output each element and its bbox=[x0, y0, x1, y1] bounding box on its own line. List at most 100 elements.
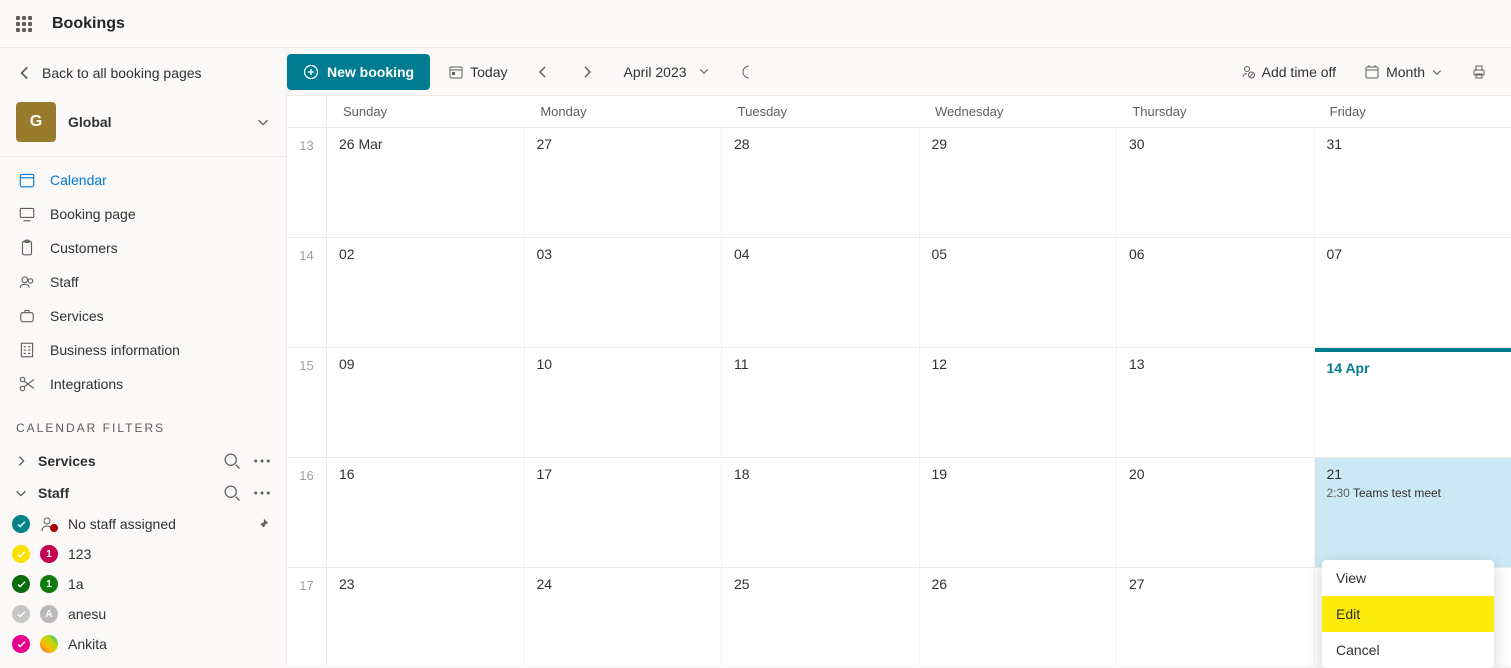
day-cell[interactable]: 27 bbox=[1117, 568, 1315, 665]
staff-avatar: A bbox=[40, 605, 58, 623]
more-icon[interactable] bbox=[252, 483, 272, 503]
search-icon[interactable] bbox=[222, 451, 242, 471]
day-date: 30 bbox=[1129, 136, 1302, 152]
day-cell[interactable]: 12 bbox=[920, 348, 1118, 457]
more-icon[interactable] bbox=[252, 451, 272, 471]
nav-customers[interactable]: Customers bbox=[0, 231, 286, 265]
add-time-off-button[interactable]: Add time off bbox=[1230, 54, 1346, 90]
status-dot bbox=[12, 605, 30, 623]
day-date: 29 bbox=[932, 136, 1105, 152]
day-cell[interactable]: 20 bbox=[1117, 458, 1315, 567]
week-row: 161617181920212:30 Teams test meet bbox=[287, 458, 1511, 568]
day-date: 03 bbox=[537, 246, 710, 262]
chevron-down-icon bbox=[698, 65, 710, 77]
arrow-right-icon bbox=[579, 64, 595, 80]
next-button[interactable] bbox=[569, 54, 605, 90]
day-cell[interactable]: 07 bbox=[1315, 238, 1511, 347]
context-menu-cancel[interactable]: Cancel bbox=[1322, 632, 1494, 668]
calendar-today-icon bbox=[448, 64, 464, 80]
day-date: 09 bbox=[339, 356, 512, 372]
day-cell[interactable]: 28 bbox=[722, 128, 920, 237]
nav-staff[interactable]: Staff bbox=[0, 265, 286, 299]
nav-label: Customers bbox=[50, 240, 118, 256]
day-date: 06 bbox=[1129, 246, 1302, 262]
top-bar: Bookings bbox=[0, 0, 1511, 48]
back-link[interactable]: Back to all booking pages bbox=[0, 58, 286, 88]
filter-services[interactable]: Services bbox=[0, 445, 286, 477]
day-date: 26 Mar bbox=[339, 136, 512, 152]
context-menu-edit[interactable]: Edit bbox=[1322, 596, 1494, 632]
view-picker[interactable]: Month bbox=[1354, 54, 1453, 90]
print-button[interactable] bbox=[1461, 54, 1497, 90]
staff-item-anesu[interactable]: A anesu bbox=[0, 599, 286, 629]
day-cell[interactable]: 03 bbox=[525, 238, 723, 347]
workspace-selector[interactable]: G Global bbox=[0, 88, 286, 157]
nav-calendar[interactable]: Calendar bbox=[0, 163, 286, 197]
day-cell[interactable]: 30 bbox=[1117, 128, 1315, 237]
prev-button[interactable] bbox=[525, 54, 561, 90]
month-picker[interactable]: April 2023 bbox=[613, 64, 720, 80]
day-cell[interactable]: 02 bbox=[327, 238, 525, 347]
day-date: 25 bbox=[734, 576, 907, 592]
day-cell[interactable]: 17 bbox=[525, 458, 723, 567]
day-cell[interactable]: 06 bbox=[1117, 238, 1315, 347]
waffle-icon[interactable] bbox=[16, 16, 32, 32]
day-cell[interactable]: 31 bbox=[1315, 128, 1511, 237]
staff-item-1a[interactable]: 1 1a bbox=[0, 569, 286, 599]
day-cell[interactable]: 212:30 Teams test meet bbox=[1315, 458, 1511, 567]
night-toggle[interactable] bbox=[728, 54, 764, 90]
day-date: 04 bbox=[734, 246, 907, 262]
day-cell[interactable]: 11 bbox=[722, 348, 920, 457]
calendar-icon bbox=[18, 171, 36, 189]
day-cell[interactable]: 27 bbox=[525, 128, 723, 237]
day-cell[interactable]: 14 Apr bbox=[1315, 348, 1511, 457]
pin-icon[interactable] bbox=[256, 517, 270, 531]
nav-business-info[interactable]: Business information bbox=[0, 333, 286, 367]
search-icon[interactable] bbox=[222, 483, 242, 503]
day-cell[interactable]: 26 bbox=[920, 568, 1118, 665]
today-label: Today bbox=[470, 64, 507, 80]
day-cell[interactable]: 24 bbox=[525, 568, 723, 665]
filter-label: Staff bbox=[38, 485, 69, 501]
nav-integrations[interactable]: Integrations bbox=[0, 367, 286, 401]
day-cell[interactable]: 19 bbox=[920, 458, 1118, 567]
new-booking-button[interactable]: New booking bbox=[287, 54, 430, 90]
filter-staff[interactable]: Staff bbox=[0, 477, 286, 509]
week-row: 1326 Mar2728293031 bbox=[287, 128, 1511, 238]
day-date: 10 bbox=[537, 356, 710, 372]
filters-heading: CALENDAR FILTERS bbox=[0, 401, 286, 445]
day-date: 19 bbox=[932, 466, 1105, 482]
calendar-event[interactable]: 2:30 Teams test meet bbox=[1327, 486, 1500, 500]
back-label: Back to all booking pages bbox=[42, 65, 202, 81]
context-menu-view[interactable]: View bbox=[1322, 560, 1494, 596]
nav-services[interactable]: Services bbox=[0, 299, 286, 333]
day-cell[interactable]: 18 bbox=[722, 458, 920, 567]
staff-item-ankita[interactable]: Ankita bbox=[0, 629, 286, 659]
nav-booking-page[interactable]: Booking page bbox=[0, 197, 286, 231]
today-button[interactable]: Today bbox=[438, 54, 517, 90]
staff-item-no-staff[interactable]: No staff assigned bbox=[0, 509, 286, 539]
status-dot bbox=[12, 635, 30, 653]
day-date: 23 bbox=[339, 576, 512, 592]
nav-label: Booking page bbox=[50, 206, 136, 222]
day-cell[interactable]: 29 bbox=[920, 128, 1118, 237]
week-number: 15 bbox=[287, 348, 327, 457]
day-cell[interactable]: 05 bbox=[920, 238, 1118, 347]
staff-item-123[interactable]: 1 123 bbox=[0, 539, 286, 569]
status-dot bbox=[12, 515, 30, 533]
filter-label: Services bbox=[38, 453, 96, 469]
status-dot bbox=[12, 545, 30, 563]
day-cell[interactable]: 09 bbox=[327, 348, 525, 457]
day-cell[interactable]: 13 bbox=[1117, 348, 1315, 457]
day-cell[interactable]: 16 bbox=[327, 458, 525, 567]
clipboard-icon bbox=[18, 239, 36, 257]
day-cell[interactable]: 23 bbox=[327, 568, 525, 665]
add-time-off-label: Add time off bbox=[1262, 64, 1336, 80]
staff-avatar: 1 bbox=[40, 545, 58, 563]
person-alert-icon bbox=[40, 517, 58, 532]
day-cell[interactable]: 26 Mar bbox=[327, 128, 525, 237]
day-cell[interactable]: 10 bbox=[525, 348, 723, 457]
day-cell[interactable]: 25 bbox=[722, 568, 920, 665]
day-cell[interactable]: 04 bbox=[722, 238, 920, 347]
monitor-icon bbox=[18, 205, 36, 223]
